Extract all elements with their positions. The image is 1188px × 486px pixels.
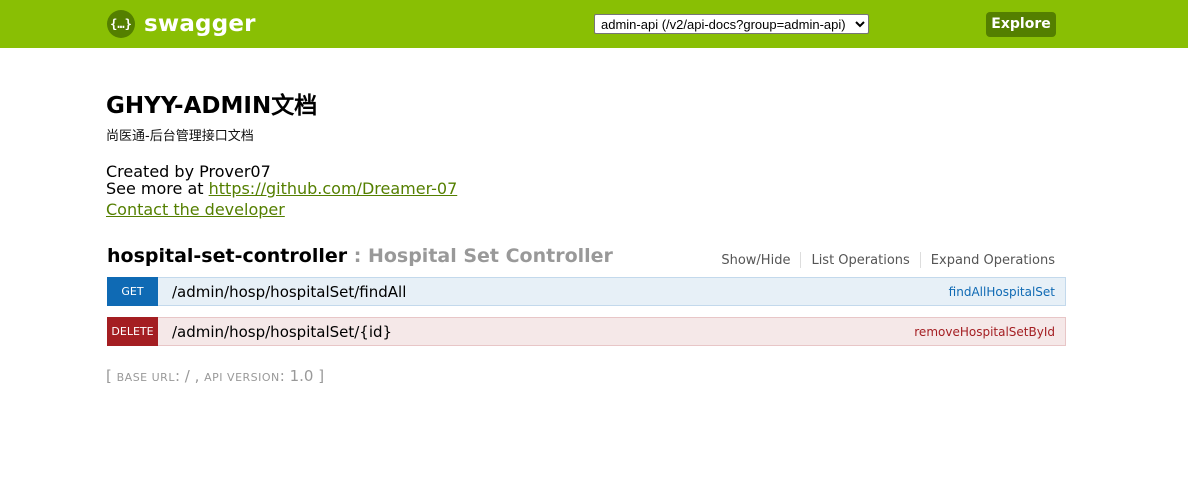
info-block: Created by Prover07 See more at https://… — [106, 163, 457, 197]
page-title: GHYY-ADMIN文档 — [106, 93, 318, 119]
endpoint-nickname[interactable]: findAllHospitalSet — [949, 285, 1055, 299]
swagger-logo[interactable]: {…} swagger — [107, 10, 256, 38]
api-version-value: : 1.0 — [279, 367, 319, 385]
top-header: {…} swagger admin-api (/v2/api-docs?grou… — [0, 0, 1188, 48]
resource-description: Hospital Set Controller — [367, 245, 613, 267]
base-url-label: base url — [116, 371, 175, 384]
api-footer: [ base url: / , api version: 1.0 ] — [106, 367, 324, 385]
page-description: 尚医通-后台管理接口文档 — [106, 129, 254, 144]
endpoint-row-delete-by-id[interactable]: DELETE /admin/hosp/hospitalSet/{id} remo… — [107, 316, 1066, 346]
resource-name[interactable]: hospital-set-controller — [107, 245, 347, 267]
footer-close-bracket: ] — [318, 367, 325, 385]
see-more-line: See more at https://github.com/Dreamer-0… — [106, 180, 457, 197]
swagger-logo-icon: {…} — [107, 10, 135, 38]
contact-developer-link[interactable]: Contact the developer — [106, 200, 285, 219]
github-link[interactable]: https://github.com/Dreamer-07 — [209, 179, 458, 198]
endpoint-path[interactable]: /admin/hosp/hospitalSet/findAll — [172, 283, 949, 301]
api-definition-select[interactable]: admin-api (/v2/api-docs?group=admin-api) — [594, 14, 869, 34]
resource-operations: Show/Hide List Operations Expand Operati… — [711, 252, 1055, 268]
created-by-text: Created by Prover07 — [106, 162, 271, 181]
list-operations-link[interactable]: List Operations — [801, 253, 919, 268]
base-url-value: : / , — [174, 367, 205, 385]
show-hide-link[interactable]: Show/Hide — [711, 253, 800, 268]
footer-open-bracket: [ — [106, 367, 117, 385]
endpoint-nickname[interactable]: removeHospitalSetById — [914, 325, 1055, 339]
resource-separator: : — [347, 245, 368, 267]
expand-operations-link[interactable]: Expand Operations — [921, 253, 1055, 268]
http-method-badge[interactable]: GET — [107, 276, 158, 306]
api-version-label: api version — [204, 371, 280, 384]
see-more-prefix: See more at — [106, 179, 209, 198]
resource-heading[interactable]: hospital-set-controller : Hospital Set C… — [107, 245, 613, 267]
http-method-badge[interactable]: DELETE — [107, 316, 158, 346]
explore-button[interactable]: Explore — [986, 12, 1056, 37]
endpoint-path[interactable]: /admin/hosp/hospitalSet/{id} — [172, 323, 914, 341]
swagger-logo-text: swagger — [144, 11, 256, 37]
endpoint-row-get-findall[interactable]: GET /admin/hosp/hospitalSet/findAll find… — [107, 276, 1066, 306]
